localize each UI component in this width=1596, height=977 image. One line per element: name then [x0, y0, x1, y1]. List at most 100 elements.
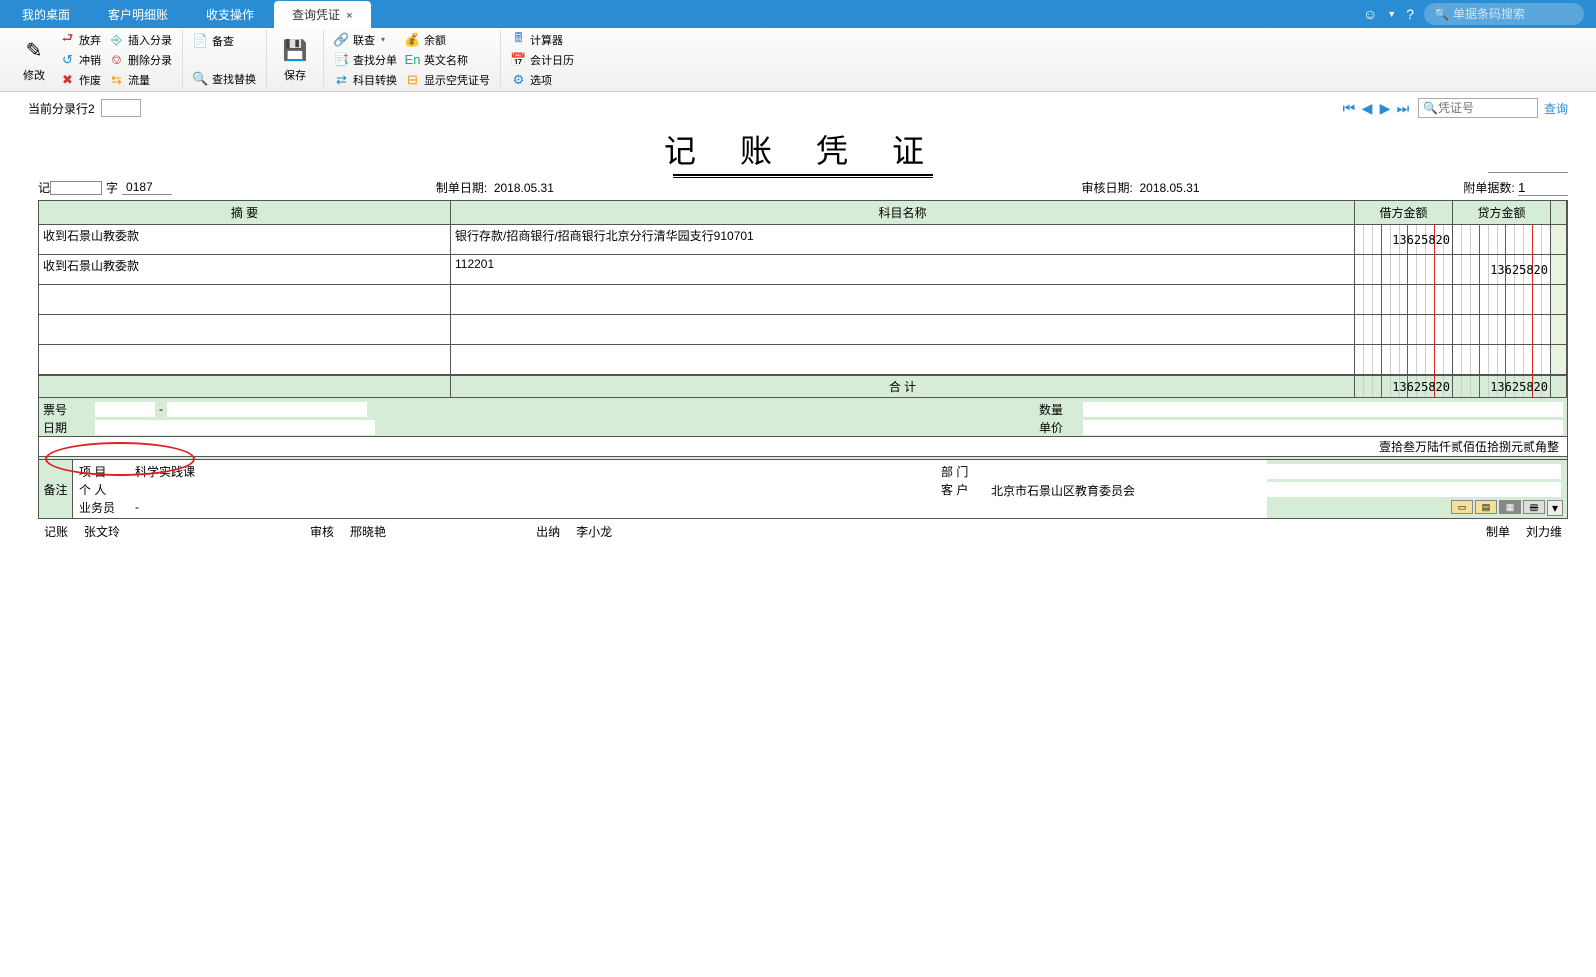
table-row[interactable]	[39, 315, 1567, 345]
cell-debit[interactable]	[1355, 315, 1453, 345]
cell-credit[interactable]	[1453, 345, 1551, 375]
help-icon[interactable]: ?	[1406, 6, 1414, 22]
calendar-button[interactable]: 📅会计日历	[507, 51, 578, 69]
cell-credit[interactable]	[1453, 285, 1551, 315]
modify-button[interactable]: ✎修改	[12, 37, 56, 83]
mini-icon-3[interactable]: ▦	[1499, 500, 1521, 514]
flow-button[interactable]: ⇆流量	[105, 71, 176, 89]
cell-debit[interactable]	[1355, 285, 1453, 315]
cell-summary[interactable]: 收到石景山教委款	[39, 225, 451, 255]
zi-label: 字	[106, 179, 118, 196]
col-summary: 摘 要	[39, 201, 451, 225]
attach-value[interactable]	[1518, 180, 1568, 196]
global-search-input[interactable]	[1453, 7, 1573, 21]
find-replace-button[interactable]: 🔍查找替换	[189, 70, 260, 88]
cell-credit[interactable]	[1453, 225, 1551, 255]
cell-account[interactable]: 112201	[451, 255, 1355, 285]
mini-scroll-down[interactable]: ▾	[1547, 500, 1563, 516]
nav-prev[interactable]: ◀	[1358, 99, 1376, 117]
cell-summary[interactable]: 收到石景山教委款	[39, 255, 451, 285]
amount-words: 壹拾叁万陆仟贰佰伍拾捌元贰角整	[39, 436, 1567, 457]
ticket-field-2[interactable]	[167, 402, 367, 417]
backup-button[interactable]: 📄备查	[189, 32, 260, 50]
cell-summary[interactable]	[39, 285, 451, 315]
cell-debit[interactable]: 13625820	[1355, 225, 1453, 255]
tab-customer-ledger[interactable]: 客户明细账	[90, 1, 186, 28]
cell-credit[interactable]	[1453, 315, 1551, 345]
mini-icon-2[interactable]: ▤	[1475, 500, 1497, 514]
en-name-button[interactable]: En英文名称	[401, 51, 494, 69]
abandon-button[interactable]: ⮐放弃	[56, 31, 105, 49]
dept-label: 部 门	[941, 463, 991, 480]
account-switch-button[interactable]: ⇄科目转换	[330, 71, 401, 89]
qty-label: 数量	[1039, 401, 1083, 418]
nav-next[interactable]: ▶	[1376, 99, 1394, 117]
current-row-input[interactable]	[101, 99, 141, 117]
audit-date-label: 审核日期:	[1081, 181, 1132, 195]
cell-account[interactable]	[451, 315, 1355, 345]
offset-icon: ↺	[60, 52, 75, 67]
cell-account[interactable]: 银行存款/招商银行/招商银行北京分行清华园支行910701	[451, 225, 1355, 255]
voucher-no-input[interactable]	[1438, 101, 1518, 115]
mini-icon-4[interactable]: ▧	[1523, 500, 1545, 514]
cell-account[interactable]	[451, 285, 1355, 315]
pencil-icon: ✎	[20, 37, 48, 65]
nav-last[interactable]: ⏭	[1394, 99, 1412, 117]
calc-icon: 🖩	[511, 32, 526, 47]
cell-summary[interactable]	[39, 315, 451, 345]
table-row[interactable]: 收到石景山教委款银行存款/招商银行/招商银行北京分行清华园支行910701136…	[39, 225, 1567, 255]
link-query-button[interactable]: 🔗联查▾	[330, 31, 401, 49]
cell-summary[interactable]	[39, 345, 451, 375]
offset-button[interactable]: ↺冲销	[56, 51, 105, 69]
dept-value[interactable]	[991, 464, 1561, 479]
global-search[interactable]: 🔍	[1424, 3, 1584, 25]
price-field[interactable]	[1083, 420, 1563, 435]
tab-receipts[interactable]: 收支操作	[188, 1, 272, 28]
cell-scroll	[1551, 225, 1567, 255]
delete-entry-button[interactable]: ⎊删除分录	[105, 51, 176, 69]
cell-debit[interactable]	[1355, 345, 1453, 375]
remark-section: 备注 项 目 科学实践课 部 门 个 人 客 户 北京市石景山区教育委员会 业务…	[38, 460, 1568, 519]
char-box[interactable]	[50, 181, 102, 195]
insert-entry-button[interactable]: ⎆插入分录	[105, 31, 176, 49]
mini-icon-1[interactable]: ▭	[1451, 500, 1473, 514]
date-field[interactable]	[95, 420, 375, 435]
tab-desktop[interactable]: 我的桌面	[4, 1, 88, 28]
current-row-label: 当前分录行2	[28, 100, 95, 117]
voucher-number: 0187	[122, 180, 172, 195]
cell-debit[interactable]	[1355, 255, 1453, 285]
tab-query-voucher[interactable]: 查询凭证×	[274, 1, 370, 28]
smile-icon[interactable]: ☺	[1363, 6, 1377, 22]
table-row[interactable]: 收到石景山教委款112201 13625820	[39, 255, 1567, 285]
bizman-label: 业务员	[79, 499, 135, 516]
ticket-label: 票号	[43, 401, 95, 418]
calculator-button[interactable]: 🖩计算器	[507, 31, 578, 49]
options-button[interactable]: ⚙选项	[507, 71, 578, 89]
qty-field[interactable]	[1083, 402, 1563, 417]
project-value[interactable]: 科学实践课	[135, 463, 195, 480]
cashier-value: 李小龙	[576, 523, 612, 540]
maker-value: 刘力维	[1526, 523, 1562, 540]
table-row[interactable]	[39, 345, 1567, 375]
search-icon: 🔍	[1434, 7, 1449, 21]
table-row[interactable]	[39, 285, 1567, 315]
show-empty-button[interactable]: ⊟显示空凭证号	[401, 71, 494, 89]
make-date-label: 制单日期:	[436, 181, 487, 195]
voucher-no-box[interactable]: 🔍	[1418, 98, 1538, 118]
top-right-blank	[1488, 158, 1568, 173]
query-link[interactable]: 查询	[1544, 100, 1568, 117]
close-icon[interactable]: ×	[346, 10, 352, 22]
voucher-meta: 记 字 0187 制单日期: 2018.05.31 审核日期: 2018.05.…	[38, 179, 1568, 196]
balance-button[interactable]: 💰余额	[401, 31, 494, 49]
cell-account[interactable]	[451, 345, 1355, 375]
nav-first[interactable]: ⏮	[1340, 99, 1358, 117]
cell-credit[interactable]: 13625820	[1453, 255, 1551, 285]
find-sheet-button[interactable]: 📑查找分单	[330, 51, 401, 69]
void-button[interactable]: ✖作废	[56, 71, 105, 89]
chevron-down-icon: ▾	[381, 35, 385, 44]
save-button[interactable]: 💾保存	[273, 37, 317, 83]
dropdown-icon[interactable]: ▼	[1387, 9, 1396, 19]
void-icon: ✖	[60, 72, 75, 87]
customer-value[interactable]: 北京市石景山区教育委员会	[991, 482, 1561, 497]
ticket-field-1[interactable]	[95, 402, 155, 417]
